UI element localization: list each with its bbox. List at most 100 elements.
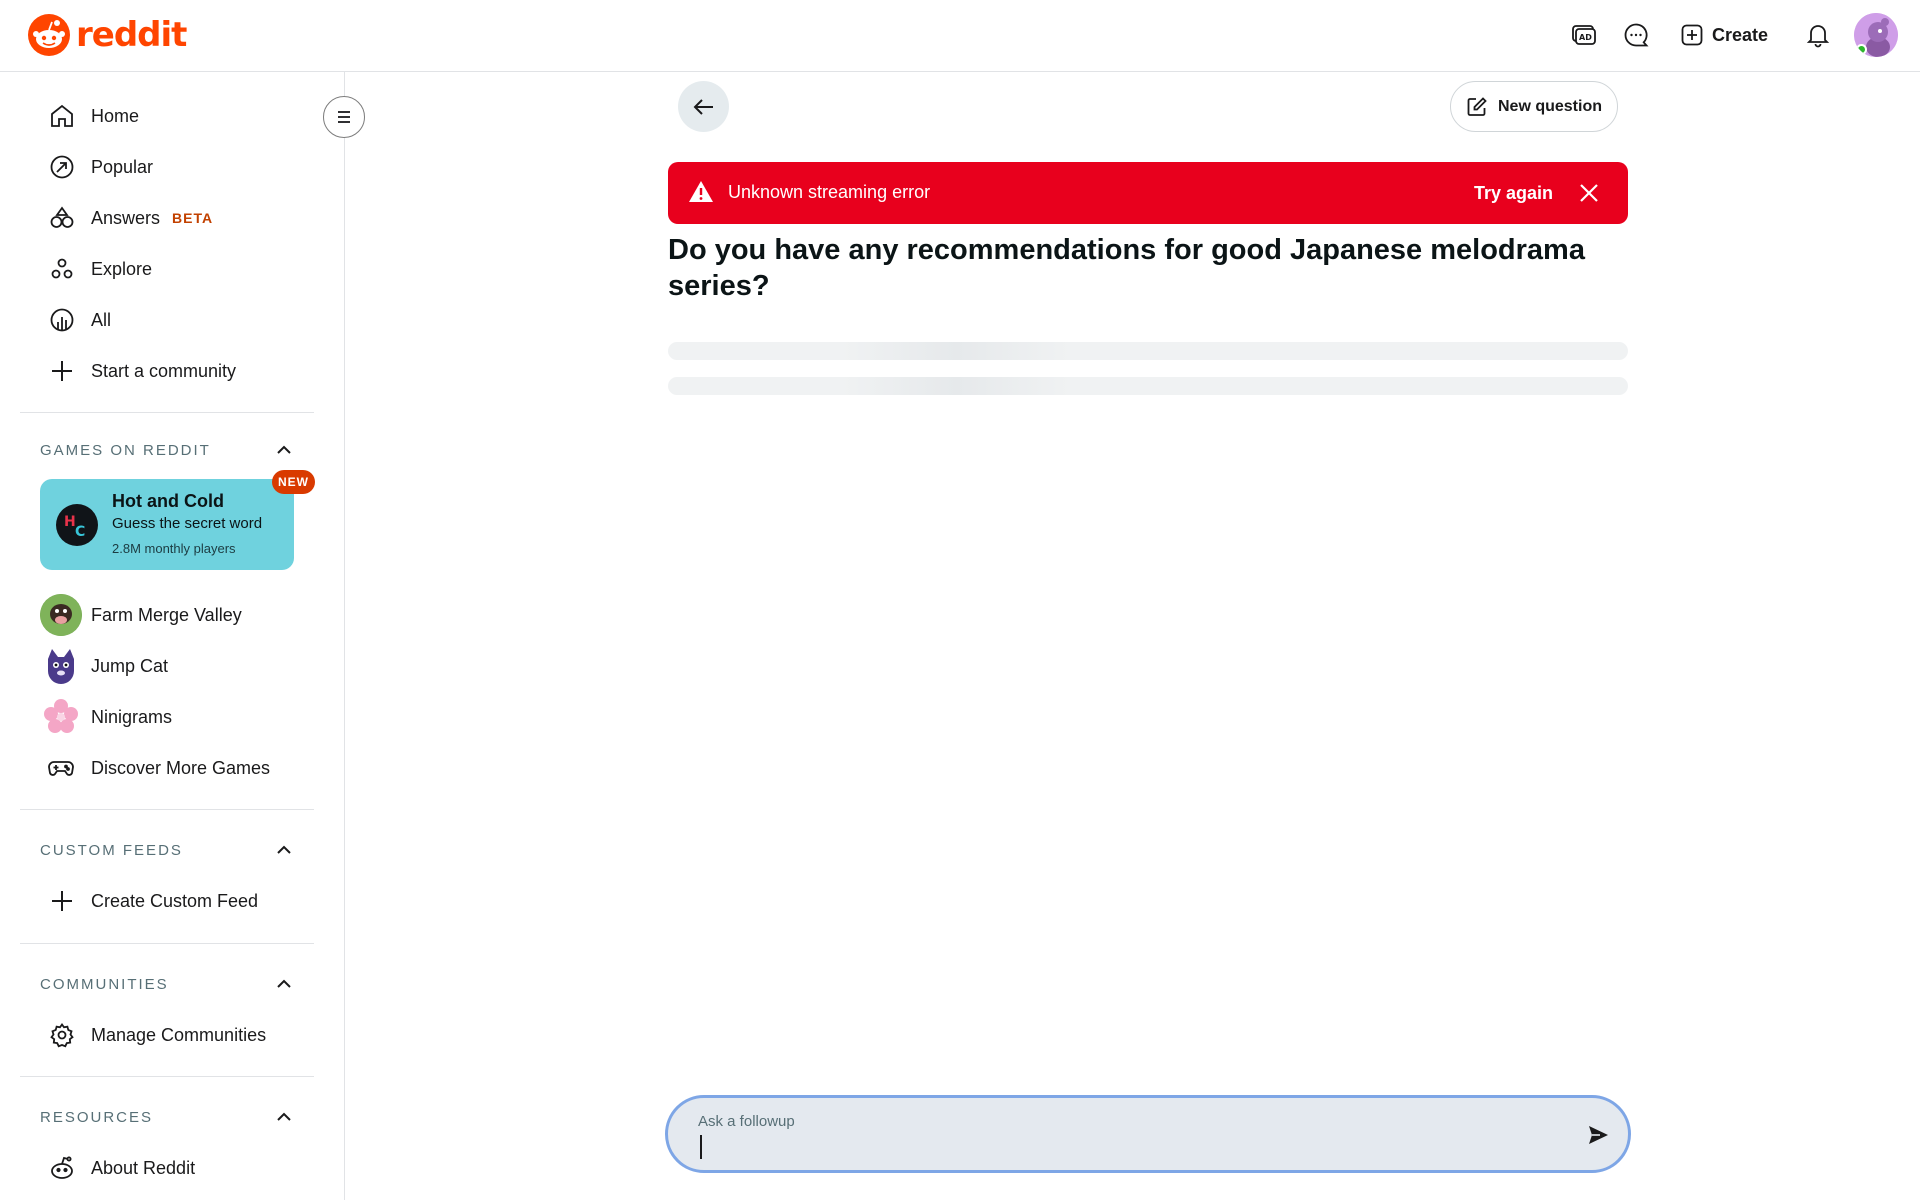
all-icon: [48, 306, 76, 334]
send-button[interactable]: [1581, 1118, 1615, 1152]
sidebar-item-start-community[interactable]: Start a community: [20, 347, 314, 395]
chevron-up-icon: [277, 979, 291, 988]
sidebar-divider: [20, 412, 314, 413]
sidebar-item-label: Manage Communities: [91, 1024, 267, 1045]
sidebar-item-jump-cat[interactable]: Jump Cat: [40, 642, 314, 690]
sidebar-item-home[interactable]: Home: [20, 92, 314, 140]
new-question-label: New question: [1497, 97, 1602, 115]
games-section-header[interactable]: GAMES ON REDDIT: [20, 430, 294, 470]
farm-merge-valley-icon: [40, 594, 82, 636]
game-title: Hot and Cold: [112, 491, 224, 511]
avatar[interactable]: [1854, 13, 1898, 57]
svg-text:AD: AD: [1579, 33, 1592, 42]
sidebar-item-label: Explore: [91, 258, 153, 279]
section-title: RESOURCES: [40, 1108, 154, 1126]
reddit-snoo-icon: [28, 14, 70, 56]
sidebar-item-all[interactable]: All: [20, 296, 314, 344]
game-players: 2.8M monthly players: [112, 541, 236, 556]
plus-icon: [48, 887, 76, 915]
header-actions: AD Create: [1552, 12, 1898, 58]
chevron-up-icon: [277, 1112, 291, 1121]
section-title: COMMUNITIES: [40, 975, 169, 993]
sidebar-item-create-custom-feed[interactable]: Create Custom Feed: [20, 877, 314, 925]
sidebar-item-manage-communities[interactable]: Manage Communities: [20, 1011, 314, 1059]
reddit-alien-icon: [48, 1154, 76, 1182]
sidebar-item-popular[interactable]: Popular: [20, 143, 314, 191]
reddit-wordmark: reddit: [76, 15, 187, 55]
chat-icon: [1624, 23, 1649, 47]
ad-icon: AD: [1572, 25, 1596, 45]
loading-skeleton-line: [668, 342, 1628, 360]
custom-feeds-section-header[interactable]: CUSTOM FEEDS: [20, 830, 294, 870]
chevron-up-icon: [277, 845, 291, 854]
jump-cat-icon: [40, 645, 82, 687]
menu-icon: [338, 111, 350, 123]
section-title: CUSTOM FEEDS: [40, 841, 183, 859]
sidebar-item-label: Popular: [91, 156, 154, 177]
create-label: Create: [1711, 24, 1768, 45]
create-plus-icon: [1681, 24, 1703, 46]
followup-input[interactable]: [698, 1114, 1538, 1162]
plus-icon: [48, 357, 76, 385]
sidebar-item-label: All: [91, 309, 112, 330]
question-title: Do you have any recommendations for good…: [668, 234, 1585, 302]
chat-button[interactable]: [1616, 15, 1656, 55]
gear-icon: [48, 1021, 76, 1049]
sidebar-item-label: Ninigrams: [91, 706, 173, 727]
ninigrams-icon: [40, 696, 82, 738]
sidebar-divider: [20, 1076, 314, 1077]
sidebar-item-label: Answers: [91, 207, 161, 228]
sidebar-item-explore[interactable]: Explore: [20, 245, 314, 293]
sidebar-item-label: Farm Merge Valley: [91, 604, 242, 625]
new-question-button[interactable]: New question: [1450, 81, 1618, 132]
sidebar-item-label: Start a community: [91, 360, 237, 381]
sidebar-item-ninigrams[interactable]: Ninigrams: [40, 693, 314, 741]
featured-game-card[interactable]: H C Hot and Cold Guess the secret word 2…: [40, 479, 294, 570]
send-icon: [1589, 1126, 1608, 1144]
game-subtitle: Guess the secret word: [112, 515, 263, 532]
sidebar-item-label: Jump Cat: [91, 655, 169, 676]
sidebar-item-discover-games[interactable]: Discover More Games: [40, 744, 314, 792]
svg-text:H: H: [64, 514, 76, 530]
try-again-button[interactable]: Try again: [1468, 174, 1559, 212]
explore-icon: [48, 255, 76, 283]
reddit-logo[interactable]: reddit: [28, 14, 187, 56]
home-icon: [48, 102, 76, 130]
back-button[interactable]: [678, 81, 729, 132]
arrow-left-icon: [693, 98, 713, 115]
loading-skeleton-line: [668, 377, 1628, 395]
warning-icon: [689, 181, 713, 202]
text-caret: [700, 1135, 702, 1159]
beta-badge: BETA: [172, 210, 214, 226]
error-banner: Unknown streaming error Try again: [668, 162, 1628, 224]
sidebar-item-label: About Reddit: [91, 1157, 196, 1178]
followup-composer: Ask a followup: [665, 1095, 1631, 1173]
svg-text:C: C: [75, 524, 85, 540]
sidebar-item-label: Create Custom Feed: [91, 890, 259, 911]
top-header: reddit AD Create: [0, 0, 1920, 72]
notifications-button[interactable]: [1798, 15, 1838, 55]
gamepad-icon: [40, 747, 82, 789]
sidebar-item-label: Discover More Games: [91, 757, 271, 778]
new-badge: NEW: [272, 470, 315, 494]
bell-icon: [1806, 25, 1830, 48]
sidebar-item-about-reddit[interactable]: About Reddit: [20, 1144, 314, 1192]
resources-section-header[interactable]: RESOURCES: [20, 1097, 294, 1137]
chevron-up-icon: [277, 445, 291, 454]
sidebar-item-answers[interactable]: Answers BETA: [20, 194, 314, 242]
error-message: Unknown streaming error: [728, 182, 931, 202]
sidebar-item-label: Home: [91, 105, 140, 126]
sidebar-divider: [20, 809, 314, 810]
advertise-button[interactable]: AD: [1564, 15, 1604, 55]
hot-and-cold-icon: H C: [56, 504, 98, 546]
section-title: GAMES ON REDDIT: [40, 441, 211, 459]
sidebar-divider: [20, 943, 314, 944]
dismiss-error-button[interactable]: [1570, 174, 1608, 212]
create-button[interactable]: Create: [1670, 15, 1778, 55]
collapse-sidebar-button[interactable]: [323, 96, 365, 138]
answers-icon: [48, 204, 76, 232]
communities-section-header[interactable]: COMMUNITIES: [20, 964, 294, 1004]
popular-icon: [48, 153, 76, 181]
sidebar-item-farm-merge-valley[interactable]: Farm Merge Valley: [40, 591, 314, 639]
close-icon: [1580, 184, 1598, 202]
